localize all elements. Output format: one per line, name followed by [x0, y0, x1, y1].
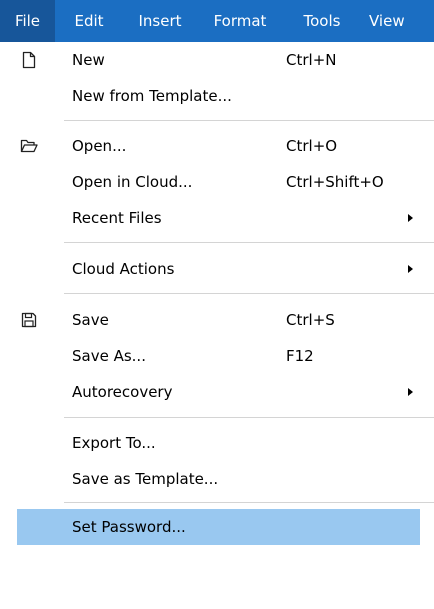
save-icon — [21, 312, 37, 328]
menu-item-cloud-actions[interactable]: Cloud Actions — [0, 251, 434, 287]
shortcut-label: Ctrl+O — [286, 137, 338, 155]
menu-bar: File Edit Insert Format Tools View — [0, 0, 434, 42]
shortcut-label: F12 — [286, 347, 314, 365]
menu-file[interactable]: File — [0, 0, 55, 42]
folder-open-icon — [20, 139, 38, 153]
menu-item-new[interactable]: New Ctrl+N — [0, 42, 434, 78]
menu-item-label: Autorecovery — [72, 383, 173, 401]
menu-separator — [64, 120, 434, 121]
menu-separator — [64, 417, 434, 418]
menu-item-label: Cloud Actions — [72, 260, 175, 278]
menu-item-save-as-template[interactable]: Save as Template... — [0, 461, 434, 497]
shortcut-label: Ctrl+Shift+O — [286, 173, 384, 191]
submenu-arrow-icon — [408, 388, 413, 396]
menu-item-set-password[interactable]: Set Password... — [17, 509, 420, 545]
menu-item-label: New from Template... — [72, 87, 232, 105]
menu-item-label: New — [72, 51, 105, 69]
shortcut-label: Ctrl+S — [286, 311, 335, 329]
menu-item-open[interactable]: Open... Ctrl+O — [0, 128, 434, 164]
menu-item-open-in-cloud[interactable]: Open in Cloud... Ctrl+Shift+O — [0, 164, 434, 200]
menu-item-label: Open... — [72, 137, 127, 155]
menu-item-autorecovery[interactable]: Autorecovery — [0, 374, 434, 410]
menu-insert[interactable]: Insert — [123, 0, 197, 42]
menu-item-save[interactable]: Save Ctrl+S — [0, 302, 434, 338]
menu-separator — [64, 293, 434, 294]
submenu-arrow-icon — [408, 265, 413, 273]
menu-item-new-from-template[interactable]: New from Template... — [0, 78, 434, 114]
menu-item-export-to[interactable]: Export To... — [0, 425, 434, 461]
menu-item-recent-files[interactable]: Recent Files — [0, 200, 434, 236]
menu-item-label: Export To... — [72, 434, 156, 452]
shortcut-label: Ctrl+N — [286, 51, 337, 69]
menu-item-label: Save — [72, 311, 109, 329]
menu-item-label: Save as Template... — [72, 470, 219, 488]
menu-view[interactable]: View — [361, 0, 434, 42]
menu-tools[interactable]: Tools — [283, 0, 361, 42]
menu-item-label: Save As... — [72, 347, 146, 365]
submenu-arrow-icon — [408, 214, 413, 222]
menu-separator — [64, 502, 434, 503]
menu-item-save-as[interactable]: Save As... F12 — [0, 338, 434, 374]
file-menu-dropdown: New Ctrl+N New from Template... Open... … — [0, 42, 434, 609]
menu-item-label: Set Password... — [72, 518, 186, 536]
menu-separator — [64, 242, 434, 243]
menu-format[interactable]: Format — [197, 0, 283, 42]
menu-item-label: Recent Files — [72, 209, 162, 227]
new-document-icon — [22, 51, 36, 69]
menu-edit[interactable]: Edit — [55, 0, 123, 42]
menu-item-label: Open in Cloud... — [72, 173, 193, 191]
